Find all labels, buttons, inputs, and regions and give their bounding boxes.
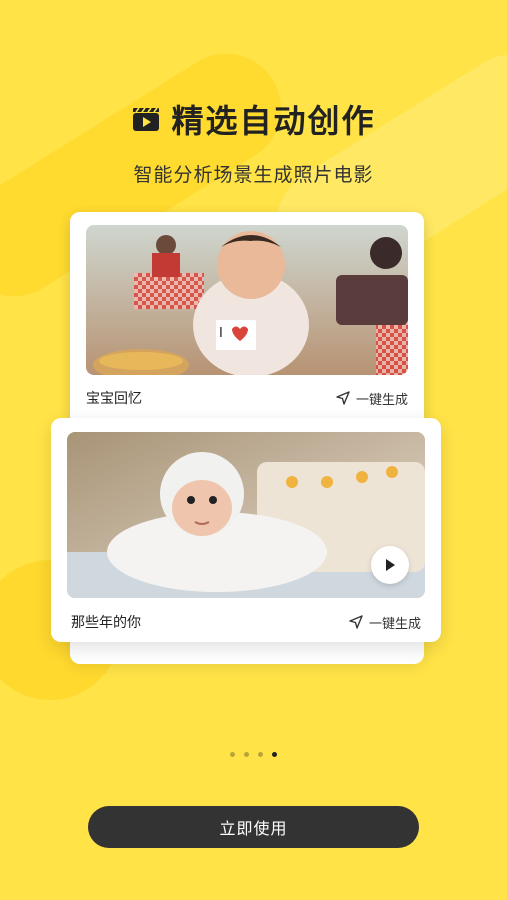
baby-in-white-hat-photo [67,432,425,598]
generate-label: 一键生成 [368,616,421,632]
card-footer: 那些年的你 一键生成 [71,612,421,632]
page-dot[interactable] [258,752,263,757]
page-subtitle: 智能分析场景生成照片电影 [133,164,374,186]
template-card[interactable]: I 宝宝回忆 一键生成 [70,212,424,424]
title-row: 精选自动创作 [0,96,507,142]
send-icon [336,391,350,405]
clapperboard-icon [131,104,161,134]
send-icon [349,615,363,629]
baby-eating-photo: I [86,225,408,375]
page-dot[interactable] [230,752,235,757]
page-title: 精选自动创作 [171,102,376,140]
header: 精选自动创作 智能分析场景生成照片电影 [0,96,507,187]
card-title: 宝宝回忆 [86,391,142,407]
template-card[interactable]: 那些年的你 一键生成 [51,418,441,642]
generate-button[interactable]: 一键生成 [335,389,408,408]
page-dot-active[interactable] [272,752,277,757]
use-now-button[interactable]: 立即使用 [88,806,419,848]
page-indicator [0,752,507,757]
generate-label: 一键生成 [355,392,408,408]
play-icon [386,559,395,571]
generate-button[interactable]: 一键生成 [348,613,421,632]
card-title: 那些年的你 [71,615,141,631]
card-footer: 宝宝回忆 一键生成 [86,388,408,408]
play-button[interactable] [371,546,409,584]
svg-text:I: I [219,326,223,341]
page-dot[interactable] [244,752,249,757]
